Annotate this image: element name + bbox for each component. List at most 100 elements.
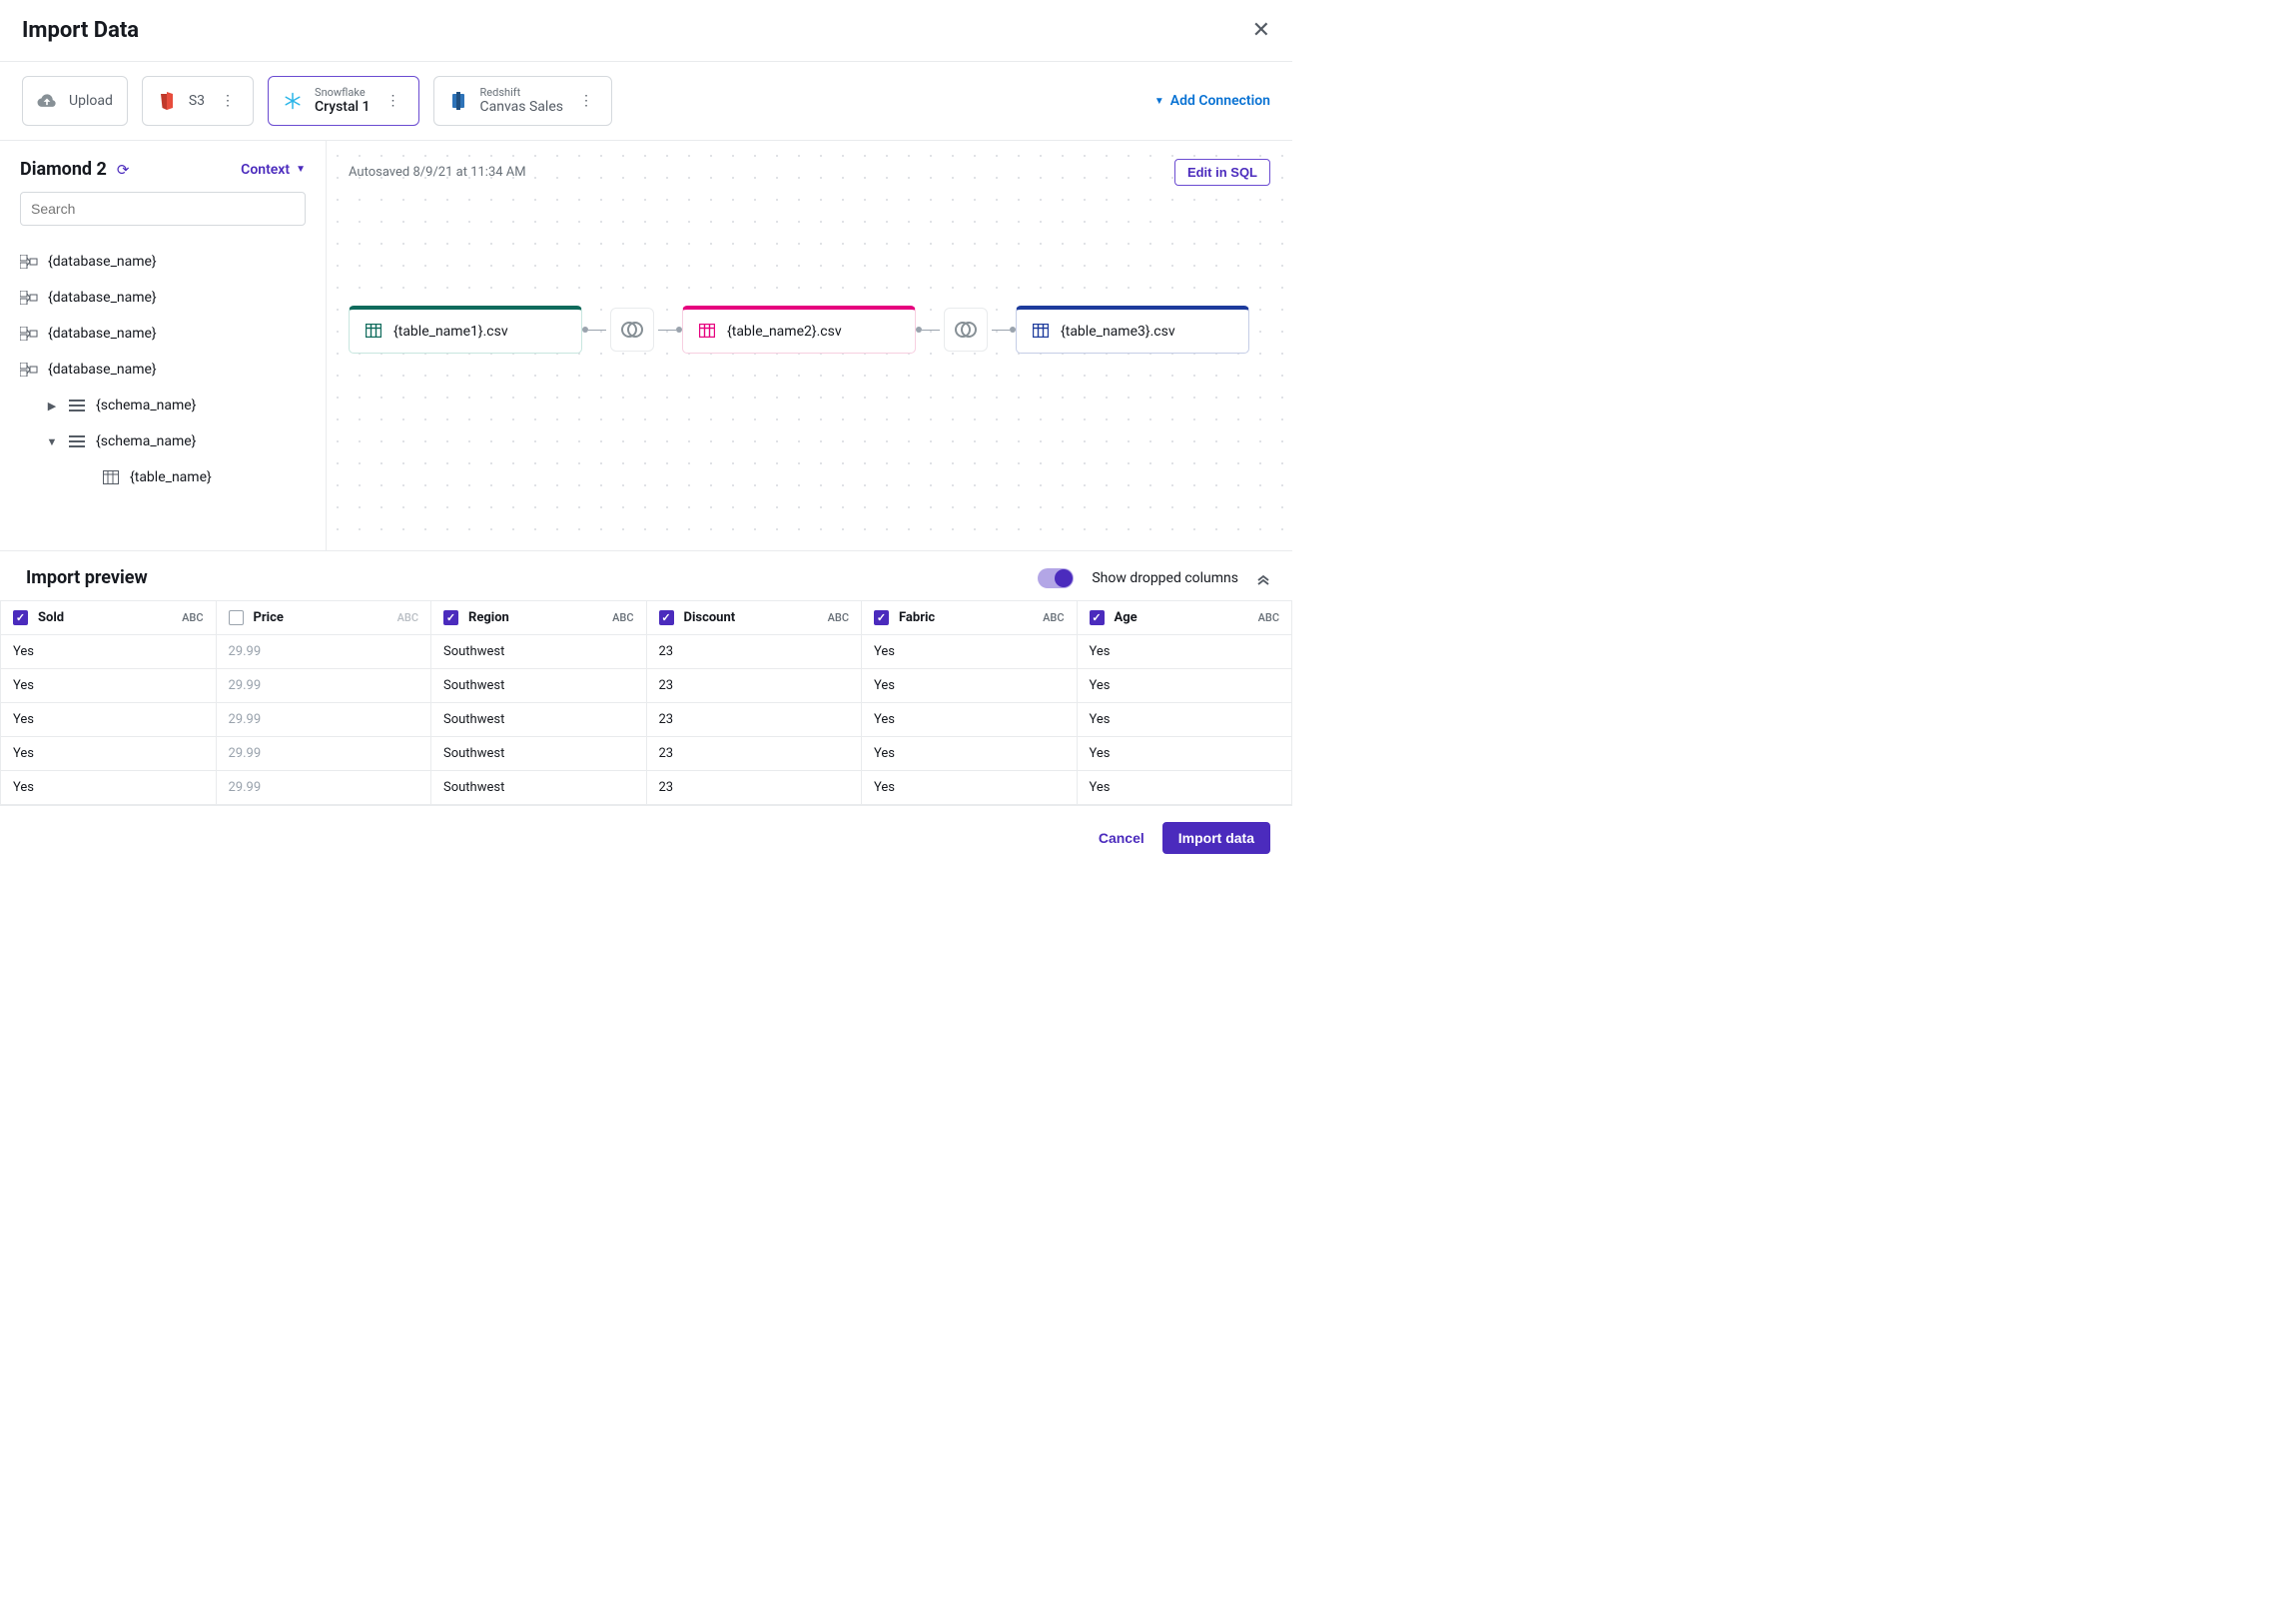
collapse-icon[interactable] — [1256, 571, 1270, 585]
database-item[interactable]: {database_name} — [20, 244, 306, 280]
column-checkbox[interactable] — [1090, 610, 1105, 625]
table-cell: 29.99 — [216, 669, 431, 703]
table-cell: 23 — [646, 771, 862, 805]
schema-item[interactable]: ▼ {schema_name} — [20, 423, 306, 459]
flow-node-label: {table_name2}.csv — [727, 324, 842, 340]
import-data-button[interactable]: Import data — [1162, 822, 1270, 854]
join-node[interactable] — [610, 308, 654, 352]
show-dropped-toggle[interactable] — [1038, 568, 1074, 588]
close-icon[interactable]: ✕ — [1252, 20, 1270, 42]
kebab-icon[interactable]: ⋮ — [382, 93, 404, 109]
connector — [916, 308, 1016, 352]
column-checkbox[interactable] — [874, 610, 889, 625]
autosaved-text: Autosaved 8/9/21 at 11:34 AM — [349, 165, 526, 180]
flow-node-label: {table_name3}.csv — [1061, 324, 1175, 340]
redshift-card[interactable]: Redshift Canvas Sales ⋮ — [433, 76, 612, 126]
database-item[interactable]: {database_name} — [20, 280, 306, 316]
cloud-upload-icon — [37, 91, 57, 111]
database-tree-icon — [20, 253, 38, 271]
join-node[interactable] — [944, 308, 988, 352]
schema-item[interactable]: ▶ {schema_name} — [20, 388, 306, 423]
table-cell: Yes — [1, 771, 217, 805]
column-header[interactable]: Region ABC — [431, 601, 647, 635]
column-header[interactable]: AgeABC — [1077, 601, 1292, 635]
snowflake-card[interactable]: Snowflake Crystal 1 ⋮ — [268, 76, 419, 126]
column-header[interactable]: Sold ABC — [1, 601, 217, 635]
table-cell: Yes — [1, 669, 217, 703]
column-header[interactable]: Price ABC — [216, 601, 431, 635]
table-cell: Yes — [862, 737, 1078, 771]
table-label: {table_name} — [130, 469, 212, 485]
join-icon — [620, 321, 644, 339]
table-cell: 23 — [646, 737, 862, 771]
titlebar: Import Data ✕ — [0, 0, 1292, 62]
database-item[interactable]: {database_name} — [20, 352, 306, 388]
add-connection-label: Add Connection — [1170, 93, 1270, 109]
s3-card[interactable]: S3 ⋮ — [142, 76, 254, 126]
column-type: ABC — [397, 611, 418, 624]
database-item[interactable]: {database_name} — [20, 316, 306, 352]
flow-node[interactable]: {table_name3}.csv — [1016, 306, 1249, 354]
redshift-small-label: Redshift — [480, 86, 563, 99]
context-label: Context — [241, 162, 290, 178]
column-type: ABC — [182, 611, 203, 624]
table-cell: Yes — [1, 737, 217, 771]
column-name: Price — [254, 610, 284, 625]
cancel-button[interactable]: Cancel — [1099, 830, 1144, 846]
add-connection-button[interactable]: ▼ Add Connection — [1154, 93, 1270, 109]
preview-title: Import preview — [26, 567, 148, 588]
snowflake-icon — [283, 91, 303, 111]
snowflake-small-label: Snowflake — [315, 86, 371, 99]
column-type: ABC — [1043, 611, 1064, 624]
column-header[interactable]: FabricABC — [862, 601, 1078, 635]
refresh-icon[interactable]: ⟳ — [117, 161, 130, 179]
column-name: Discount — [684, 610, 736, 625]
search-input[interactable] — [20, 192, 306, 226]
table-cell: 23 — [646, 703, 862, 737]
table-item[interactable]: {table_name} — [20, 459, 306, 495]
footer: Cancel Import data — [0, 805, 1292, 870]
preview-header: Import preview Show dropped columns — [0, 551, 1292, 600]
table-cell: Yes — [1077, 703, 1292, 737]
column-checkbox[interactable] — [13, 610, 28, 625]
schema-label: {schema_name} — [96, 398, 196, 413]
caret-down-icon: ▼ — [1154, 96, 1164, 107]
caret-right-icon: ▶ — [46, 400, 58, 412]
context-dropdown[interactable]: Context ▼ — [241, 162, 306, 178]
column-name: Region — [468, 610, 509, 625]
connector — [582, 308, 682, 352]
edit-sql-button[interactable]: Edit in SQL — [1174, 159, 1270, 186]
flow-node[interactable]: {table_name1}.csv — [349, 306, 582, 354]
upload-card[interactable]: Upload — [22, 76, 128, 126]
table-cell: Southwest — [431, 737, 647, 771]
kebab-icon[interactable]: ⋮ — [217, 93, 239, 109]
page-title: Import Data — [22, 18, 139, 43]
flow-node-label: {table_name1}.csv — [393, 324, 508, 340]
column-type: ABC — [612, 611, 633, 624]
flow-node[interactable]: {table_name2}.csv — [682, 306, 916, 354]
table-cell: Yes — [1077, 771, 1292, 805]
column-header[interactable]: DiscountABC — [646, 601, 862, 635]
sidebar-title: Diamond 2 — [20, 159, 107, 180]
show-dropped-label: Show dropped columns — [1092, 570, 1238, 586]
column-name: Sold — [38, 610, 64, 625]
caret-down-icon: ▼ — [46, 435, 58, 448]
table-icon — [366, 324, 381, 340]
table-cell: Yes — [1077, 737, 1292, 771]
column-name: Age — [1115, 610, 1138, 625]
column-checkbox[interactable] — [659, 610, 674, 625]
table-icon — [1033, 324, 1049, 340]
table-cell: 23 — [646, 669, 862, 703]
table-cell: 23 — [646, 635, 862, 669]
redshift-icon — [448, 91, 468, 111]
kebab-icon[interactable]: ⋮ — [575, 93, 597, 109]
table-cell: Yes — [1077, 635, 1292, 669]
table-cell: Yes — [862, 703, 1078, 737]
s3-icon — [157, 91, 177, 111]
column-checkbox[interactable] — [443, 610, 458, 625]
table-cell: Southwest — [431, 703, 647, 737]
table-icon — [699, 324, 715, 340]
canvas[interactable]: Autosaved 8/9/21 at 11:34 AM Edit in SQL… — [327, 141, 1292, 550]
column-checkbox[interactable] — [229, 610, 244, 625]
upload-label: Upload — [69, 93, 113, 109]
